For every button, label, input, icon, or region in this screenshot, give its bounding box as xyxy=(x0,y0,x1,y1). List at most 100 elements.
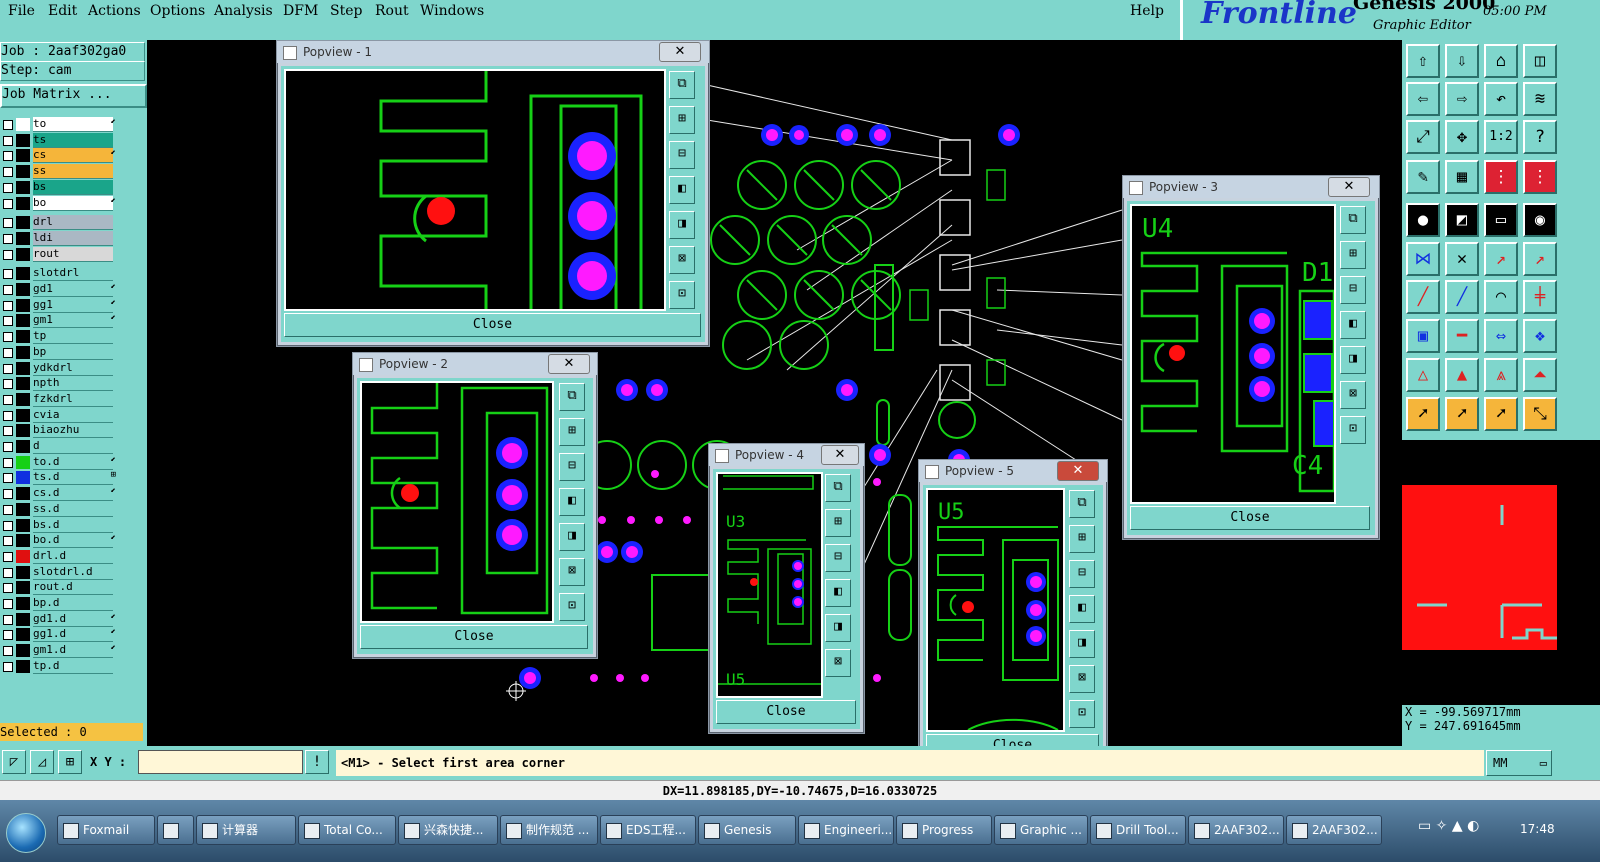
layer-color-swatch[interactable] xyxy=(16,180,30,194)
line-tool-icon[interactable]: ◩ xyxy=(1445,203,1479,237)
layer-color-swatch[interactable] xyxy=(16,659,30,673)
zoom-area-icon[interactable]: ⊡ xyxy=(1340,416,1366,444)
layer-name[interactable]: d xyxy=(33,439,113,454)
home-icon[interactable]: ⌂ xyxy=(1484,44,1518,78)
layer-checkbox[interactable] xyxy=(3,167,13,178)
layer-checkbox[interactable] xyxy=(3,661,13,672)
layer-checkbox[interactable] xyxy=(3,426,13,437)
layer-color-swatch[interactable] xyxy=(16,408,30,422)
grid-toggle-icon[interactable]: ⊞ xyxy=(58,750,82,774)
zoom-center-icon[interactable]: ✥ xyxy=(1445,120,1479,154)
layer-checkbox[interactable] xyxy=(3,218,13,229)
zoom-in-icon[interactable]: ⊞ xyxy=(669,106,695,134)
layer-row[interactable]: biaozhu xyxy=(0,423,118,439)
layer-checkbox[interactable] xyxy=(3,347,13,358)
popview-5-view[interactable]: U5 xyxy=(926,488,1065,732)
layer-row[interactable]: slotdrl xyxy=(0,266,118,282)
layer-checkbox[interactable] xyxy=(3,316,13,327)
snap-red-icon[interactable]: ⋮ xyxy=(1484,160,1518,194)
layer-name[interactable]: cvia xyxy=(33,407,113,423)
menu-options[interactable]: Options xyxy=(150,3,205,19)
slash-red-icon[interactable]: ╱ xyxy=(1406,280,1440,314)
layer-row[interactable]: tp.d xyxy=(0,658,118,674)
layer-up-icon[interactable]: ⇧ xyxy=(1406,44,1440,78)
undo-icon[interactable]: ↶ xyxy=(1484,82,1518,116)
layer-checkbox[interactable] xyxy=(3,363,13,374)
layer-name[interactable]: bo xyxy=(33,195,113,211)
layer-name[interactable]: rout xyxy=(33,246,113,262)
taskbar-item[interactable]: Genesis xyxy=(698,815,796,845)
layer-name[interactable]: ydkdrl xyxy=(33,360,113,376)
menu-edit[interactable]: Edit xyxy=(48,3,77,19)
menu-analysis[interactable]: Analysis xyxy=(214,3,273,19)
zoom-out-icon[interactable]: ⊟ xyxy=(669,141,695,169)
layer-row[interactable]: gm1 ⬋ xyxy=(0,313,118,329)
help-icon[interactable]: ? xyxy=(1523,120,1557,154)
popview-1-view[interactable] xyxy=(284,69,666,313)
layer-row[interactable]: to ⬋ xyxy=(0,117,118,132)
pan-left-icon[interactable]: ◧ xyxy=(1069,595,1095,623)
pan-left-icon[interactable]: ◧ xyxy=(669,176,695,204)
job-matrix-button[interactable]: Job Matrix ... xyxy=(0,84,147,108)
zoom-fit-icon[interactable]: ⧉ xyxy=(669,71,695,99)
layer-color-swatch[interactable] xyxy=(16,424,30,438)
layer-color-swatch[interactable] xyxy=(16,330,30,344)
palette-icon[interactable]: ✎ xyxy=(1406,160,1440,194)
layer-name[interactable]: to xyxy=(33,117,113,132)
zoom-fit-icon[interactable]: ⧉ xyxy=(559,383,585,411)
taskbar-item[interactable]: Drill Tool... xyxy=(1090,815,1186,845)
layer-checkbox[interactable] xyxy=(3,504,13,515)
zoom-area-icon[interactable]: ⊡ xyxy=(559,593,585,621)
start-button-icon[interactable] xyxy=(6,813,46,853)
layer-color-swatch[interactable] xyxy=(16,267,30,281)
layer-checkbox[interactable] xyxy=(3,536,13,547)
node-red2-icon[interactable]: ↗ xyxy=(1523,242,1557,276)
zoom-in-icon[interactable]: ⊞ xyxy=(1340,241,1366,269)
layer-checkbox[interactable] xyxy=(3,489,13,500)
layer-checkbox[interactable] xyxy=(3,551,13,562)
arrow-left-icon[interactable]: ⇦ xyxy=(1406,82,1440,116)
taskbar-item[interactable]: 制作规范 ... xyxy=(500,815,598,845)
pan-left-icon[interactable]: ◧ xyxy=(1340,311,1366,339)
layer-row[interactable]: cs ⬋ xyxy=(0,148,118,164)
layer-row[interactable]: gd1.d ⬋ xyxy=(0,611,118,627)
layer-name[interactable]: bs xyxy=(33,179,113,195)
popview-2-titlebar[interactable]: Popview - 2 ✕ xyxy=(353,353,597,375)
zoom-area-icon[interactable]: ⊡ xyxy=(1069,700,1095,728)
layer-checkbox[interactable] xyxy=(3,457,13,468)
layer-row[interactable]: gm1.d ⬋ xyxy=(0,643,118,659)
zoom-area-icon[interactable]: ⊡ xyxy=(669,281,695,309)
layer-checkbox[interactable] xyxy=(3,567,13,578)
group-icon[interactable]: ❖ xyxy=(1523,319,1557,353)
layer-name[interactable]: slotdrl xyxy=(33,266,113,282)
window-split-icon[interactable]: ◫ xyxy=(1523,44,1557,78)
layer-name[interactable]: drl xyxy=(33,215,113,231)
layer-name[interactable]: ss.d xyxy=(33,501,113,517)
menu-step[interactable]: Step xyxy=(330,3,362,19)
connect-icon[interactable]: ⋈ xyxy=(1406,242,1440,276)
layer-checkbox[interactable] xyxy=(3,442,13,452)
align-icon[interactable]: ⇔ xyxy=(1484,319,1518,353)
zoom-ratio-icon[interactable]: 1:2 xyxy=(1484,120,1518,154)
zoom-out-icon[interactable]: ⊟ xyxy=(1340,276,1366,304)
layer-color-swatch[interactable] xyxy=(16,440,30,453)
zoom-home-icon[interactable]: ⊠ xyxy=(825,649,851,677)
taskbar-item[interactable]: 计算器 xyxy=(196,815,296,845)
layer-checkbox[interactable] xyxy=(3,599,13,609)
taskbar-item[interactable]: Engineeri... xyxy=(798,815,894,845)
popview-2-view[interactable] xyxy=(360,381,554,623)
layer-color-swatch[interactable] xyxy=(16,149,30,163)
layer-name[interactable]: gg1.d xyxy=(33,627,113,643)
layer-row[interactable]: cs.d ⬋ xyxy=(0,486,118,502)
layer-name[interactable]: cs.d xyxy=(33,486,113,502)
layer-color-swatch[interactable] xyxy=(16,597,30,610)
taskbar-item[interactable]: Foxmail xyxy=(57,815,155,845)
layer-checkbox[interactable] xyxy=(3,646,13,657)
layer-color-swatch[interactable] xyxy=(16,612,30,626)
layer-row[interactable]: gd1 ⬋ xyxy=(0,282,118,297)
popview-5-titlebar[interactable]: Popview - 5 ✕ xyxy=(919,460,1107,482)
pan-right-icon[interactable]: ◨ xyxy=(559,523,585,551)
slash-blue-icon[interactable]: ╱ xyxy=(1445,280,1479,314)
layer-checkbox[interactable] xyxy=(3,630,13,641)
layer-color-swatch[interactable] xyxy=(16,502,30,516)
